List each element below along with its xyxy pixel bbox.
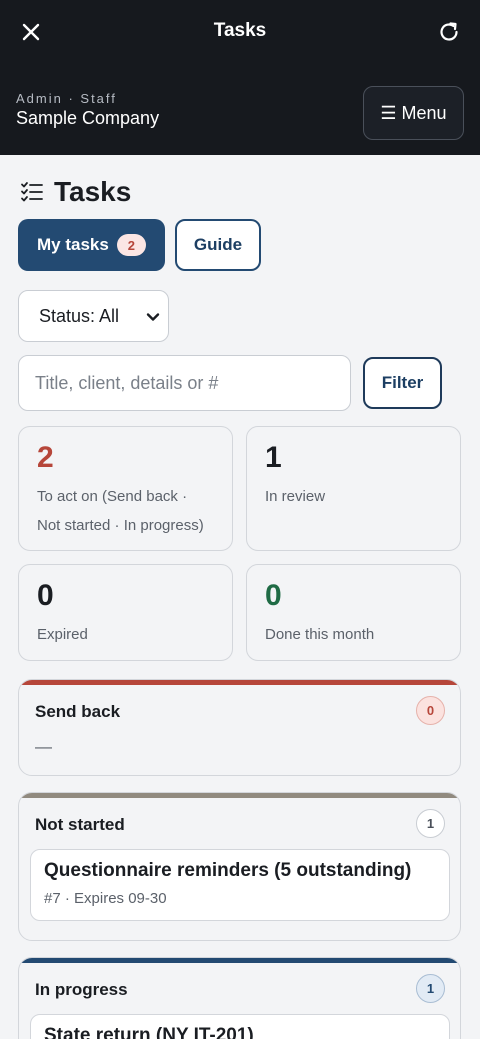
filter-button[interactable]: Filter: [363, 357, 442, 409]
refresh-icon[interactable]: [436, 19, 462, 45]
tab-guide[interactable]: Guide: [175, 219, 261, 271]
section-count-badge: 1: [416, 974, 445, 1003]
top-bar: Tasks: [0, 0, 480, 63]
section-count-badge: 1: [416, 809, 445, 838]
stat-value: 0: [37, 579, 54, 612]
section-count-badge: 0: [416, 696, 445, 725]
section-title: Send back: [35, 702, 121, 721]
section-accent-bar: [19, 680, 460, 685]
section-in-progress: In progress 1 State return (NY IT-201): [18, 957, 461, 1039]
task-card[interactable]: State return (NY IT-201): [30, 1014, 450, 1039]
page-title: Tasks: [54, 176, 132, 207]
stat-label: Done this month: [265, 626, 375, 643]
tab-my-tasks[interactable]: My tasks 2: [18, 219, 165, 271]
empty-placeholder: —: [35, 737, 52, 756]
task-title: Questionnaire reminders (5 outstanding): [44, 860, 412, 881]
stat-label: Expired: [37, 626, 88, 643]
task-title: State return (NY IT-201): [44, 1025, 254, 1039]
stat-card-done-this-month[interactable]: 0 Done this month: [246, 564, 461, 661]
task-meta: #7 · Expires 09-30: [44, 890, 167, 907]
stat-card-expired[interactable]: 0 Expired: [18, 564, 233, 661]
stat-value: 1: [265, 441, 282, 474]
company-header: Admin · Staff Sample Company ☰ Menu: [0, 63, 480, 155]
window-title: Tasks: [213, 20, 267, 41]
stat-label: To act on (Send back · Not started · In …: [37, 488, 204, 534]
user-roles: Admin · Staff: [16, 91, 117, 106]
section-title: In progress: [35, 980, 128, 999]
section-send-back: Send back 0 —: [18, 679, 461, 776]
page-title-row: Tasks: [20, 176, 131, 208]
company-name: Sample Company: [16, 108, 160, 128]
status-selected-value: Status: All: [39, 305, 120, 326]
chevron-down-icon: [146, 313, 160, 321]
section-accent-bar: [19, 793, 460, 798]
stat-card-to-act-on[interactable]: 2 To act on (Send back · Not started · I…: [18, 426, 233, 551]
task-card[interactable]: Questionnaire reminders (5 outstanding) …: [30, 849, 450, 921]
tab-label: My tasks: [37, 235, 109, 254]
checklist-icon: [21, 182, 43, 202]
status-filter-select[interactable]: Status: All: [18, 290, 169, 342]
section-not-started: Not started 1 Questionnaire reminders (5…: [18, 792, 461, 941]
stat-label: In review: [265, 488, 326, 505]
stat-card-in-review[interactable]: 1 In review: [246, 426, 461, 551]
menu-button[interactable]: ☰ Menu: [363, 86, 464, 140]
task-count-badge: 2: [116, 234, 146, 256]
stat-value: 0: [265, 579, 282, 612]
section-accent-bar: [19, 958, 460, 963]
section-title: Not started: [35, 815, 125, 834]
stat-value: 2: [37, 441, 54, 474]
search-input[interactable]: [18, 355, 351, 411]
